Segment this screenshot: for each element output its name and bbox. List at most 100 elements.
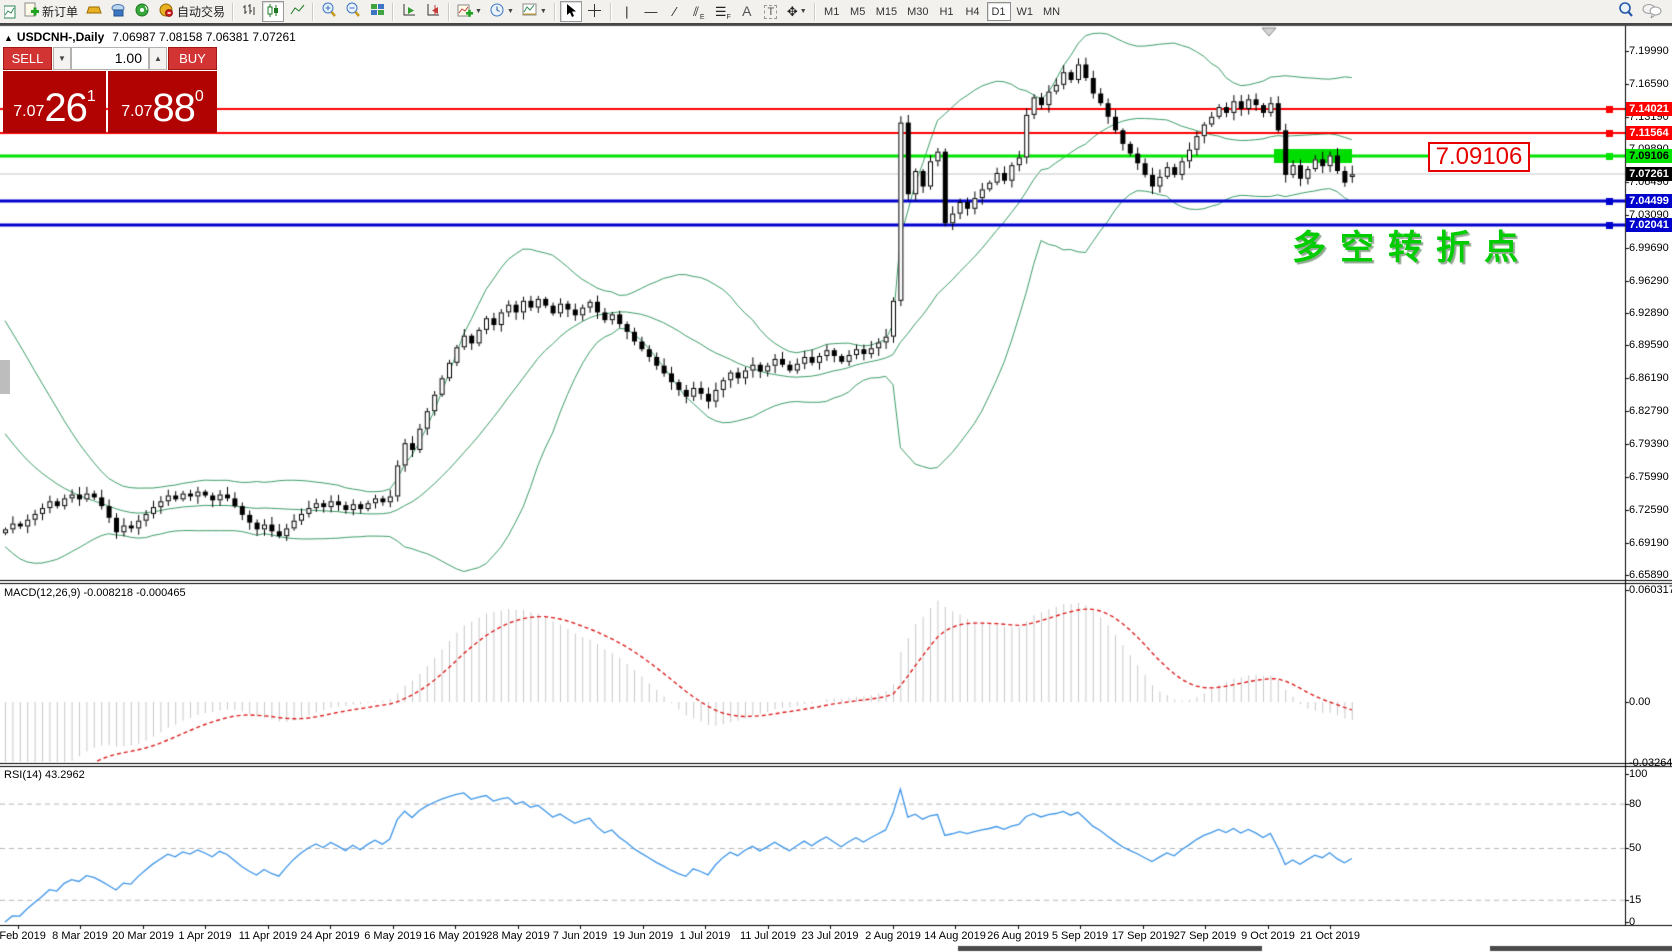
one-click-trading-panel: SELL ▼ 1.00 ▲ BUY 7.07 26 1 7.07 88 0 <box>3 47 217 135</box>
price-level-tag: 7.11564 <box>1626 126 1672 140</box>
zoom-out-button[interactable] <box>342 1 364 22</box>
arrows-icon: ✥ <box>787 5 798 18</box>
chat-bubbles-icon <box>1642 3 1662 21</box>
volume-input[interactable]: 1.00 <box>71 47 149 70</box>
crosshair-tool-button[interactable] <box>584 1 606 22</box>
bar-chart-icon <box>242 3 256 20</box>
date-axis-label: 11 Jul 2019 <box>740 930 796 942</box>
zoom-in-button[interactable] <box>318 1 340 22</box>
price-axis-tick: 6.79390 <box>1629 438 1669 450</box>
date-axis-label: 11 Apr 2019 <box>239 930 298 942</box>
date-axis-label: 8 Mar 2019 <box>52 930 108 942</box>
fibonacci-tool[interactable]: ☰ F <box>712 1 734 22</box>
price-axis-tick: 6.99690 <box>1629 242 1669 254</box>
date-axis-label: 7 Jun 2019 <box>553 930 607 942</box>
collapse-arrow-icon[interactable]: ▲ <box>4 33 13 43</box>
chart-shift-button[interactable] <box>422 1 444 22</box>
timeframe-button-m5[interactable]: M5 <box>846 2 870 21</box>
chart-symbol: USDCNH-,Daily <box>17 30 104 44</box>
app-window-icon <box>1 1 19 22</box>
timeframe-button-m1[interactable]: M1 <box>820 2 844 21</box>
signal-icon <box>135 3 150 21</box>
arrows-tool[interactable]: ✥ ▼ <box>784 1 810 22</box>
terminal-button[interactable] <box>107 1 129 22</box>
buy-button[interactable]: BUY <box>168 47 217 70</box>
tile-windows-button[interactable] <box>366 1 388 22</box>
buy-price-big: 88 <box>152 89 195 127</box>
trendline-icon: ∕ <box>674 5 676 18</box>
price-axis-tick: 7.16590 <box>1629 78 1669 90</box>
timeframe-button-w1[interactable]: W1 <box>1013 2 1038 21</box>
date-axis-label: 20 Mar 2019 <box>112 930 174 942</box>
auto-trading-button[interactable]: 自动交易 <box>155 1 228 22</box>
toolbar-separator <box>232 3 234 21</box>
horizontal-line-icon: — <box>644 5 657 18</box>
toolbar-separator <box>610 3 612 21</box>
rsi-axis-tick: 15 <box>1629 894 1641 906</box>
auto-scroll-button[interactable] <box>398 1 420 22</box>
buy-price-display[interactable]: 7.07 88 0 <box>108 71 217 133</box>
price-text-object[interactable]: 7.09106 <box>1428 142 1530 172</box>
sell-price-small: 7.07 <box>13 97 44 127</box>
templates-button[interactable]: ▼ <box>519 1 550 22</box>
text-tool[interactable]: A <box>736 1 758 22</box>
current-price-tag: 7.07261 <box>1626 167 1672 181</box>
scrollbar-thumb[interactable] <box>0 360 10 394</box>
vertical-line-tool[interactable]: | <box>616 1 638 22</box>
indicators-button[interactable]: ▼ <box>454 1 485 22</box>
chart-ohlc-values: 7.06987 7.08158 7.06381 7.07261 <box>112 30 296 44</box>
fibo-sub-letter: F <box>727 14 731 21</box>
timeframe-button-h1[interactable]: H1 <box>935 2 959 21</box>
line-chart-button[interactable] <box>286 1 308 22</box>
timeframe-button-d1[interactable]: D1 <box>987 2 1011 21</box>
gold-bar-icon <box>86 4 102 19</box>
cursor-tool-button[interactable] <box>560 1 582 22</box>
date-axis-label: 19 Jun 2019 <box>613 930 674 942</box>
bar-chart-button[interactable] <box>238 1 260 22</box>
price-axis-tick: 6.69190 <box>1629 537 1669 549</box>
macd-axis-tick: 0.060317 <box>1629 584 1672 596</box>
volume-decrease-button[interactable]: ▼ <box>53 47 71 70</box>
price-axis-tick: 6.89590 <box>1629 339 1669 351</box>
line-chart-icon <box>290 3 305 20</box>
sell-price-big: 26 <box>44 89 87 127</box>
sell-button[interactable]: SELL <box>3 47 52 70</box>
toolbar-separator <box>814 3 816 21</box>
date-axis-label: 21 Oct 2019 <box>1300 930 1360 942</box>
rsi-axis-tick: 50 <box>1629 842 1641 854</box>
timeframe-button-m30[interactable]: M30 <box>903 2 932 21</box>
price-axis-tick: 7.19990 <box>1629 45 1669 57</box>
horizontal-line-tool[interactable]: — <box>640 1 662 22</box>
candle-chart-button[interactable] <box>262 1 284 22</box>
search-button[interactable] <box>1615 1 1637 22</box>
trendline-tool[interactable]: ∕ <box>664 1 686 22</box>
chart-canvas[interactable] <box>0 0 1672 952</box>
market-watch-button[interactable] <box>83 1 105 22</box>
date-axis-label: 17 Sep 2019 <box>1112 930 1174 942</box>
date-axis-label: 14 Aug 2019 <box>924 930 986 942</box>
signals-button[interactable] <box>131 1 153 22</box>
timeframe-button-h4[interactable]: H4 <box>961 2 985 21</box>
price-axis-tick: 6.92890 <box>1629 307 1669 319</box>
price-axis-tick: 6.86190 <box>1629 372 1669 384</box>
sell-price-display[interactable]: 7.07 26 1 <box>3 71 106 133</box>
price-axis-tick: 6.72590 <box>1629 504 1669 516</box>
date-axis-label: 1 Apr 2019 <box>178 930 231 942</box>
remote-terminal-icon <box>110 3 126 20</box>
volume-increase-button[interactable]: ▲ <box>149 47 167 70</box>
new-order-button[interactable]: 新订单 <box>21 1 81 22</box>
timeframe-button-mn[interactable]: MN <box>1039 2 1064 21</box>
text-label-tool[interactable]: T <box>760 1 782 22</box>
chat-button[interactable] <box>1639 1 1665 22</box>
price-axis-tick: 6.65890 <box>1629 569 1669 581</box>
annotation-text-object[interactable]: 多空转折点 <box>1292 220 1532 269</box>
candlestick-chart-icon <box>266 3 280 21</box>
equidistant-channel-tool[interactable]: ⫽ E <box>688 1 710 22</box>
date-axis-label: 2 Aug 2019 <box>865 930 921 942</box>
timeframe-button-m15[interactable]: M15 <box>872 2 901 21</box>
chart-title: ▲ USDCNH-,Daily 7.06987 7.08158 7.06381 7.… <box>4 30 296 44</box>
top-toolbar: 新订单 自动交易 <box>0 0 1672 25</box>
price-level-tag: 7.02041 <box>1626 218 1672 232</box>
buy-price-sup: 0 <box>195 71 204 123</box>
periods-button[interactable]: ▼ <box>487 1 517 22</box>
